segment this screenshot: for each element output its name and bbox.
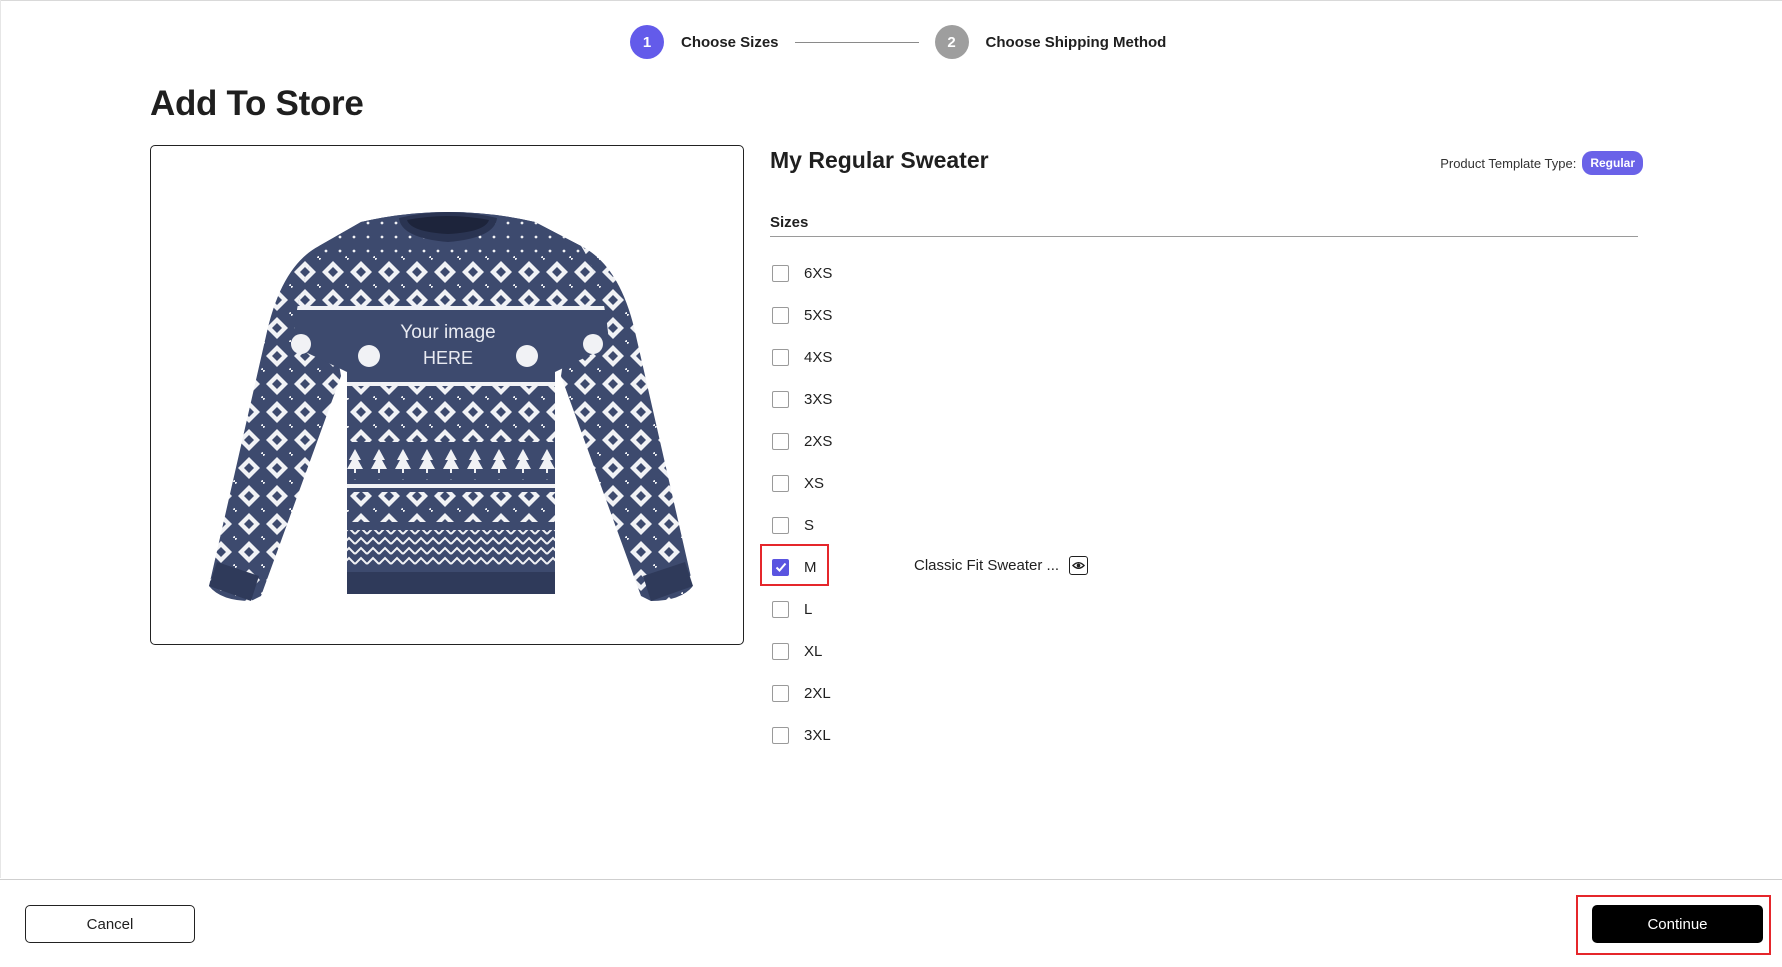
footer-divider — [0, 879, 1782, 880]
size-row-2xl[interactable]: 2XL — [770, 672, 1170, 714]
page-title: Add To Store — [150, 84, 364, 123]
product-name: My Regular Sweater — [770, 147, 989, 173]
size-row-l[interactable]: L — [770, 588, 1170, 630]
sizes-divider — [770, 236, 1638, 237]
product-image-panel: Your image HERE — [150, 145, 744, 645]
step-2-circle[interactable]: 2 — [934, 25, 969, 59]
size-checkbox[interactable] — [772, 642, 789, 660]
step-2-label[interactable]: Choose Shipping Method — [986, 34, 1167, 51]
selected-variant: Classic Fit Sweater ... — [914, 556, 1089, 575]
step-1-number: 1 — [642, 33, 652, 51]
size-checkbox[interactable] — [772, 474, 789, 492]
selected-size-highlight — [760, 544, 829, 586]
step-1-circle[interactable]: 1 — [630, 25, 664, 59]
size-label: XL — [804, 642, 823, 660]
size-label: L — [804, 600, 813, 618]
top-divider — [0, 0, 1782, 1]
size-label: S — [804, 516, 815, 534]
size-row-6xs[interactable]: 6XS — [770, 252, 1170, 294]
size-checkbox[interactable] — [772, 348, 789, 366]
size-checkbox[interactable] — [772, 432, 789, 450]
variant-name: Classic Fit Sweater ... — [914, 557, 1060, 574]
size-label: 2XL — [804, 684, 831, 702]
size-row-2xs[interactable]: 2XS — [770, 420, 1170, 462]
size-checkbox[interactable] — [772, 516, 789, 534]
size-checkbox[interactable] — [772, 726, 789, 744]
size-checkbox[interactable] — [772, 306, 789, 324]
size-label: 5XS — [804, 306, 833, 324]
continue-button[interactable]: Continue — [1592, 905, 1763, 943]
size-row-5xs[interactable]: 5XS — [770, 294, 1170, 336]
size-label: 3XL — [804, 726, 831, 744]
size-row-3xl[interactable]: 3XL — [770, 714, 1170, 756]
step-connector — [794, 41, 919, 43]
size-checkbox[interactable] — [772, 264, 789, 282]
stepper: 1 Choose Sizes 2 Choose Shipping Method — [630, 24, 1166, 60]
step-2-number: 2 — [947, 33, 956, 51]
image-placeholder-line1: Your image — [400, 322, 495, 343]
size-row-3xs[interactable]: 3XS — [770, 378, 1170, 420]
size-checkbox[interactable] — [772, 684, 789, 702]
size-row-xl[interactable]: XL — [770, 630, 1170, 672]
sweater-image: Your image HERE — [209, 212, 693, 601]
template-type-badge: Regular — [1582, 151, 1643, 175]
template-type: Product Template Type: Regular — [1440, 151, 1643, 175]
size-label: 4XS — [804, 348, 833, 366]
size-list: 6XS 5XS 4XS 3XS 2XS XS S M L XL 2XL 3XL — [770, 252, 1170, 756]
size-label: 2XS — [804, 432, 833, 450]
size-label: XS — [804, 474, 825, 492]
size-checkbox[interactable] — [772, 600, 789, 618]
eye-icon[interactable] — [1069, 556, 1089, 575]
size-row-4xs[interactable]: 4XS — [770, 336, 1170, 378]
template-type-label: Product Template Type: — [1440, 155, 1577, 171]
sizes-heading: Sizes — [770, 214, 809, 231]
image-placeholder-line2: HERE — [423, 348, 473, 368]
left-divider — [0, 0, 1, 878]
size-row-s[interactable]: S — [770, 504, 1170, 546]
size-label: 6XS — [804, 264, 833, 282]
size-checkbox[interactable] — [772, 390, 789, 408]
size-label: 3XS — [804, 390, 833, 408]
cancel-button[interactable]: Cancel — [25, 905, 195, 943]
step-1-label[interactable]: Choose Sizes — [681, 34, 779, 51]
size-row-xs[interactable]: XS — [770, 462, 1170, 504]
